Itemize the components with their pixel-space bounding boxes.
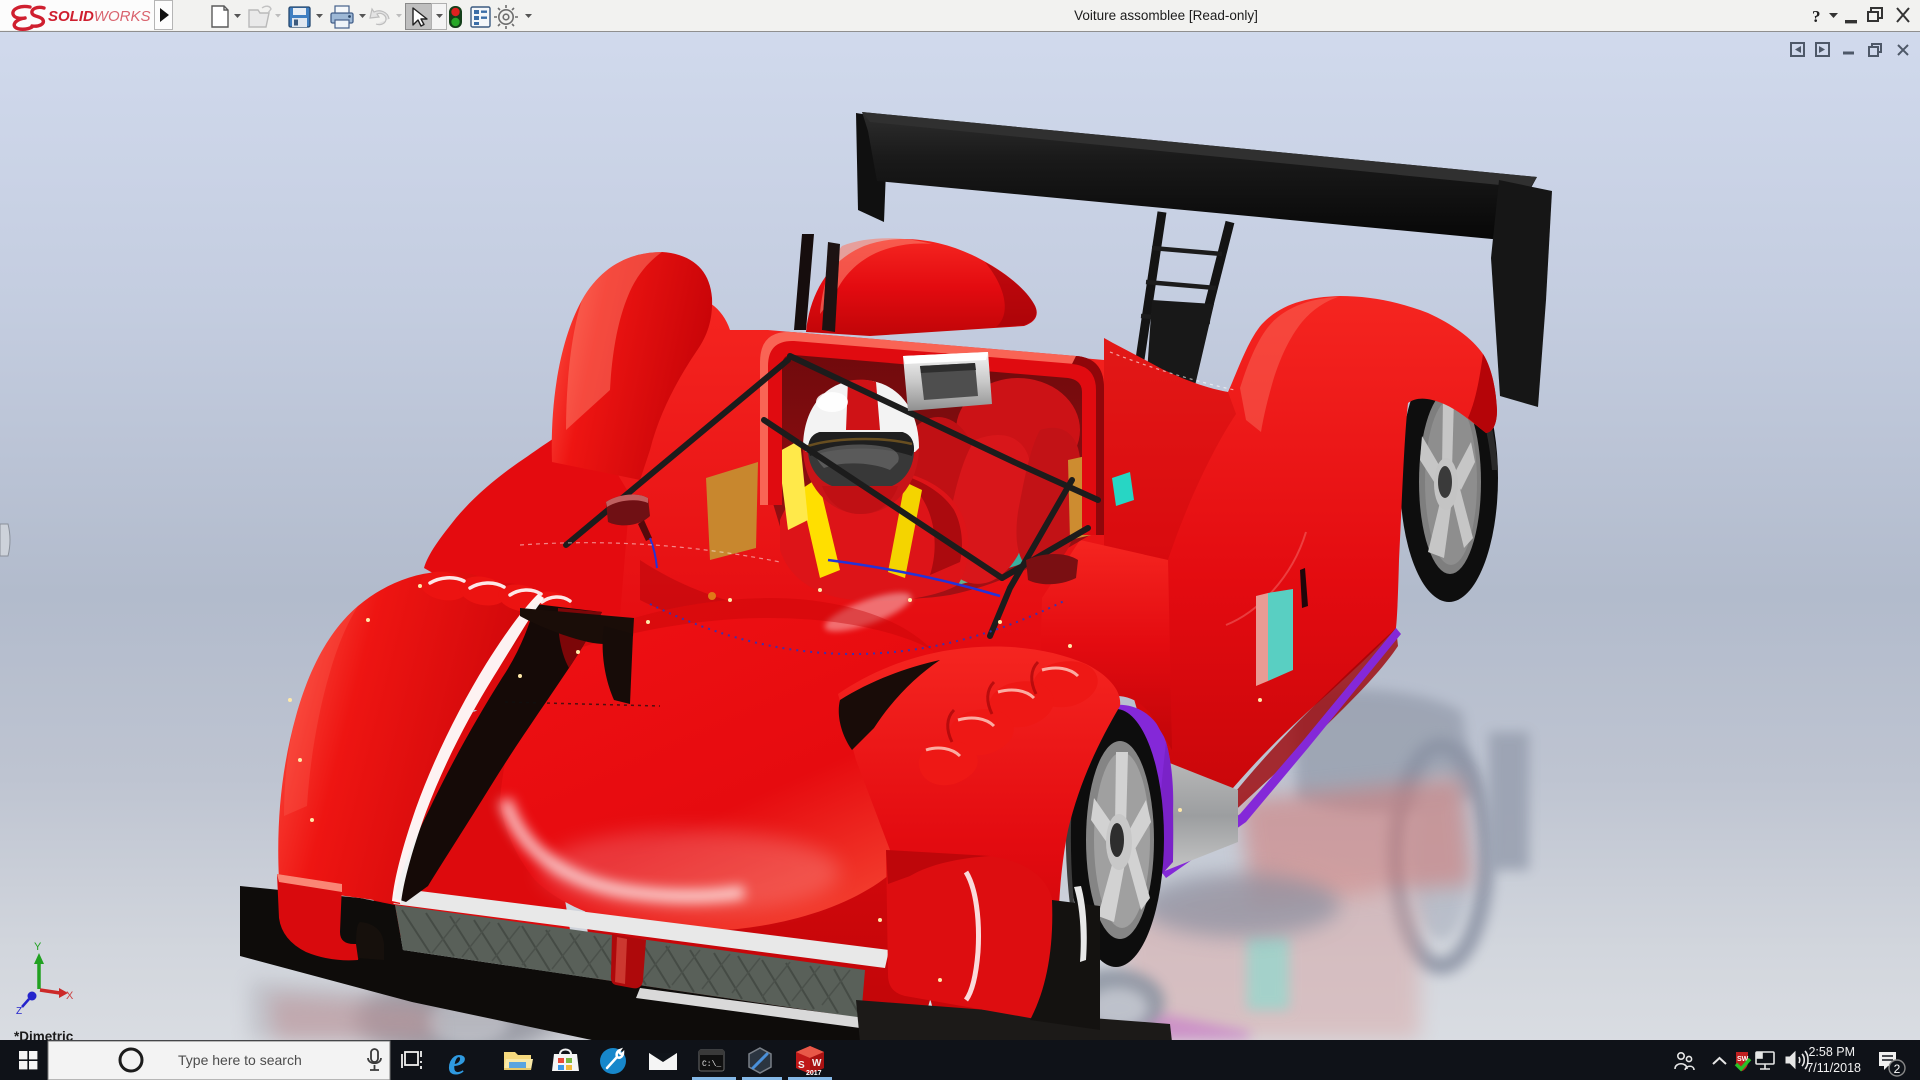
svg-text:Y: Y — [34, 941, 42, 953]
svg-text:e: e — [448, 1040, 466, 1080]
svg-text:2017: 2017 — [806, 1070, 822, 1077]
svg-text:W: W — [812, 1058, 822, 1069]
svg-text:C:\_: C:\_ — [702, 1060, 721, 1069]
svg-text:?: ? — [1812, 7, 1821, 26]
svg-text:Type here to search: Type here to search — [178, 1052, 302, 1068]
svg-text:SOLIDWORKS: SOLIDWORKS — [48, 8, 151, 25]
svg-text:X: X — [66, 990, 74, 1002]
svg-text:2:58 PM: 2:58 PM — [1808, 1045, 1855, 1059]
svg-text:S: S — [798, 1060, 805, 1071]
svg-text:7/11/2018: 7/11/2018 — [1806, 1061, 1861, 1075]
svg-text:Voiture assomblee [Read-only]: Voiture assomblee [Read-only] — [1074, 8, 1258, 23]
svg-text:2: 2 — [1894, 1062, 1901, 1076]
svg-text:Z: Z — [16, 1006, 22, 1017]
